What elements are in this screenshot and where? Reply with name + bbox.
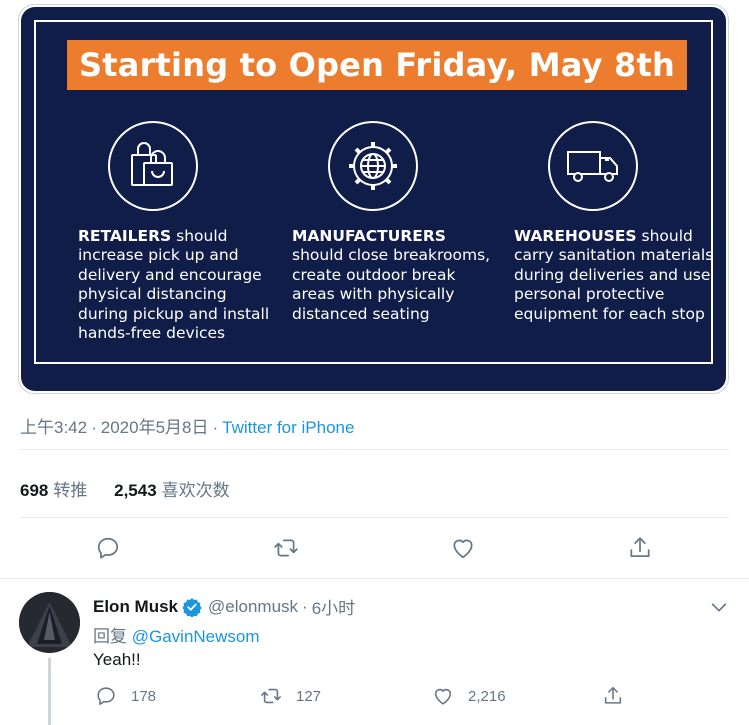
reply-icon[interactable] — [95, 535, 121, 561]
reply-icon — [97, 687, 115, 706]
retailers-text: RETAILERS should increase pick up and de… — [78, 227, 278, 343]
retweets-label: 转推 — [53, 481, 88, 500]
shopping-bag-icon — [108, 121, 198, 211]
tweet-time[interactable]: 上午3:42 — [20, 418, 87, 437]
author-name[interactable]: Elon Musk — [93, 597, 178, 617]
share-icon[interactable] — [627, 535, 653, 561]
reply-prefix: 回复 — [93, 627, 127, 646]
likes-stat[interactable]: 2,543 喜欢次数 — [114, 476, 230, 501]
share-icon — [604, 686, 622, 704]
warehouses-heading: WAREHOUSES — [514, 227, 637, 245]
tweet-date[interactable]: 2020年5月8日 — [101, 418, 209, 437]
mention-link[interactable]: @GavinNewsom — [132, 627, 260, 646]
retweet-icon[interactable] — [273, 535, 299, 561]
verified-badge-icon — [182, 597, 202, 618]
retweet-count: 127 — [296, 687, 322, 705]
divider — [20, 517, 729, 518]
heart-icon — [434, 688, 452, 705]
author-handle[interactable]: @elonmusk — [208, 597, 298, 617]
infographic-poster: Starting to Open Friday, May 8th RETAILE… — [21, 7, 726, 391]
like-count: 2,216 — [468, 687, 506, 705]
meta-separator: · — [212, 418, 219, 437]
heart-icon[interactable] — [450, 535, 476, 561]
retweet-icon — [261, 688, 281, 704]
retweet-button[interactable]: 127 — [260, 683, 321, 709]
reply-time[interactable]: 6小时 — [312, 594, 355, 619]
avatar[interactable] — [19, 592, 80, 653]
meta-separator: · — [91, 418, 97, 437]
reply-count: 178 — [131, 687, 157, 705]
replying-to: 回复 @GavinNewsom — [93, 622, 260, 647]
divider — [0, 578, 749, 579]
reply-actions: 178 127 2,216 — [0, 683, 749, 709]
tweet-timestamp: 上午3:42 · 2020年5月8日 · Twitter for iPhone — [20, 413, 354, 438]
divider — [20, 449, 729, 450]
manufacturers-heading: MANUFACTURERS — [292, 227, 446, 245]
tweet-source-link[interactable]: Twitter for iPhone — [222, 418, 354, 437]
tweet-media-image[interactable]: Starting to Open Friday, May 8th RETAILE… — [18, 4, 729, 394]
chevron-down-icon[interactable] — [708, 596, 730, 618]
delivery-truck-icon — [548, 121, 638, 211]
retweets-count: 698 — [20, 481, 49, 500]
share-button[interactable] — [602, 683, 624, 709]
manufacturers-text: MANUFACTURERS should close breakrooms, c… — [292, 227, 492, 324]
retweets-stat[interactable]: 698 转推 — [20, 476, 87, 501]
likes-count: 2,543 — [114, 481, 157, 500]
tweet-stats: 698 转推 2,543 喜欢次数 — [20, 476, 252, 501]
reply-button[interactable]: 178 — [95, 683, 156, 709]
reply-header: Elon Musk @elonmusk · 6小时 — [93, 594, 355, 619]
retailers-heading: RETAILERS — [78, 227, 172, 245]
gear-globe-icon — [328, 121, 418, 211]
warehouses-text: WAREHOUSES should carry sanitation mater… — [514, 227, 714, 324]
poster-banner: Starting to Open Friday, May 8th — [67, 40, 687, 90]
manufacturers-body: should close breakrooms, create outdoor … — [292, 246, 491, 323]
meta-separator: · — [302, 596, 308, 616]
tweet-actions — [0, 531, 749, 565]
like-button[interactable]: 2,216 — [432, 683, 506, 709]
likes-label: 喜欢次数 — [161, 481, 230, 500]
reply-body: Yeah!! — [93, 650, 141, 669]
